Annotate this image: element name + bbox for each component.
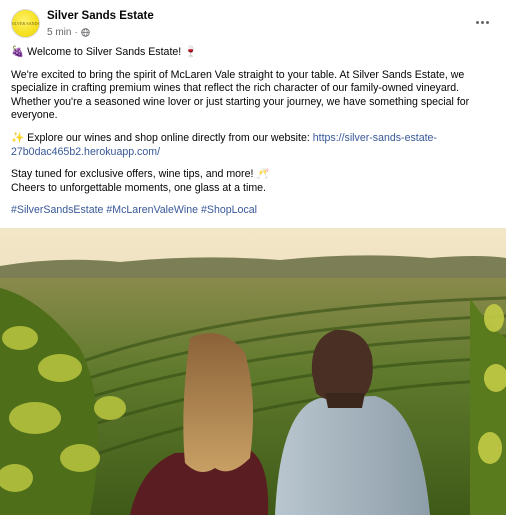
website-link[interactable]: https://silver-sands-estate- [313, 132, 437, 144]
hashtag-link[interactable]: #McLarenValeWine [106, 204, 198, 216]
post-body: 🍇 Welcome to Silver Sands Estate! 🍷 We'r… [11, 46, 497, 227]
page-avatar[interactable]: SILVER SANDS [11, 9, 40, 38]
closing-line: Cheers to unforgettable moments, one gla… [11, 181, 266, 194]
post-photo[interactable] [0, 228, 506, 515]
more-horizontal-icon [475, 20, 479, 24]
intro-line: everyone. [11, 109, 58, 122]
globe-icon [81, 28, 90, 37]
post-timestamp[interactable]: 5 min [47, 27, 71, 38]
sparkles-emoji: ✨ [11, 131, 25, 144]
intro-line: Whether you're a seasoned wine lover or … [11, 95, 470, 108]
post-meta: 5 min · [47, 27, 90, 38]
more-options-button[interactable] [470, 12, 494, 32]
post-header: SILVER SANDS Silver Sands Estate 5 min · [0, 0, 506, 44]
explore-text: Explore our wines and shop online direct… [24, 131, 313, 144]
intro-line: We're excited to bring the spirit of McL… [11, 68, 465, 81]
intro-line: specialize in crafting premium wines tha… [11, 82, 460, 95]
facebook-post: SILVER SANDS Silver Sands Estate 5 min ·… [0, 0, 506, 515]
meta-separator: · [74, 27, 78, 38]
closing-paragraph: Stay tuned for exclusive offers, wine ti… [11, 168, 497, 195]
vineyard-couple-image [0, 228, 506, 515]
page-name-link[interactable]: Silver Sands Estate [47, 10, 154, 22]
website-link-continued[interactable]: 27b0dac465b2.herokuapp.com/ [11, 146, 160, 158]
greeting-paragraph: 🍇 Welcome to Silver Sands Estate! 🍷 [11, 46, 497, 60]
hashtags-row: #SilverSandsEstate #McLarenValeWine #Sho… [11, 204, 497, 218]
closing-line: Stay tuned for exclusive offers, wine ti… [11, 168, 270, 181]
explore-paragraph: ✨ Explore our wines and shop online dire… [11, 132, 497, 159]
greeting-text: Welcome to Silver Sands Estate! [24, 46, 185, 58]
grapes-emoji: 🍇 [11, 46, 25, 58]
hashtag-link[interactable]: #ShopLocal [201, 204, 257, 216]
hashtag-link[interactable]: #SilverSandsEstate [11, 204, 103, 216]
avatar-logo-text: SILVER SANDS [11, 21, 40, 26]
wine-glass-emoji: 🍷 [184, 46, 198, 58]
intro-paragraph: We're excited to bring the spirit of McL… [11, 69, 497, 123]
